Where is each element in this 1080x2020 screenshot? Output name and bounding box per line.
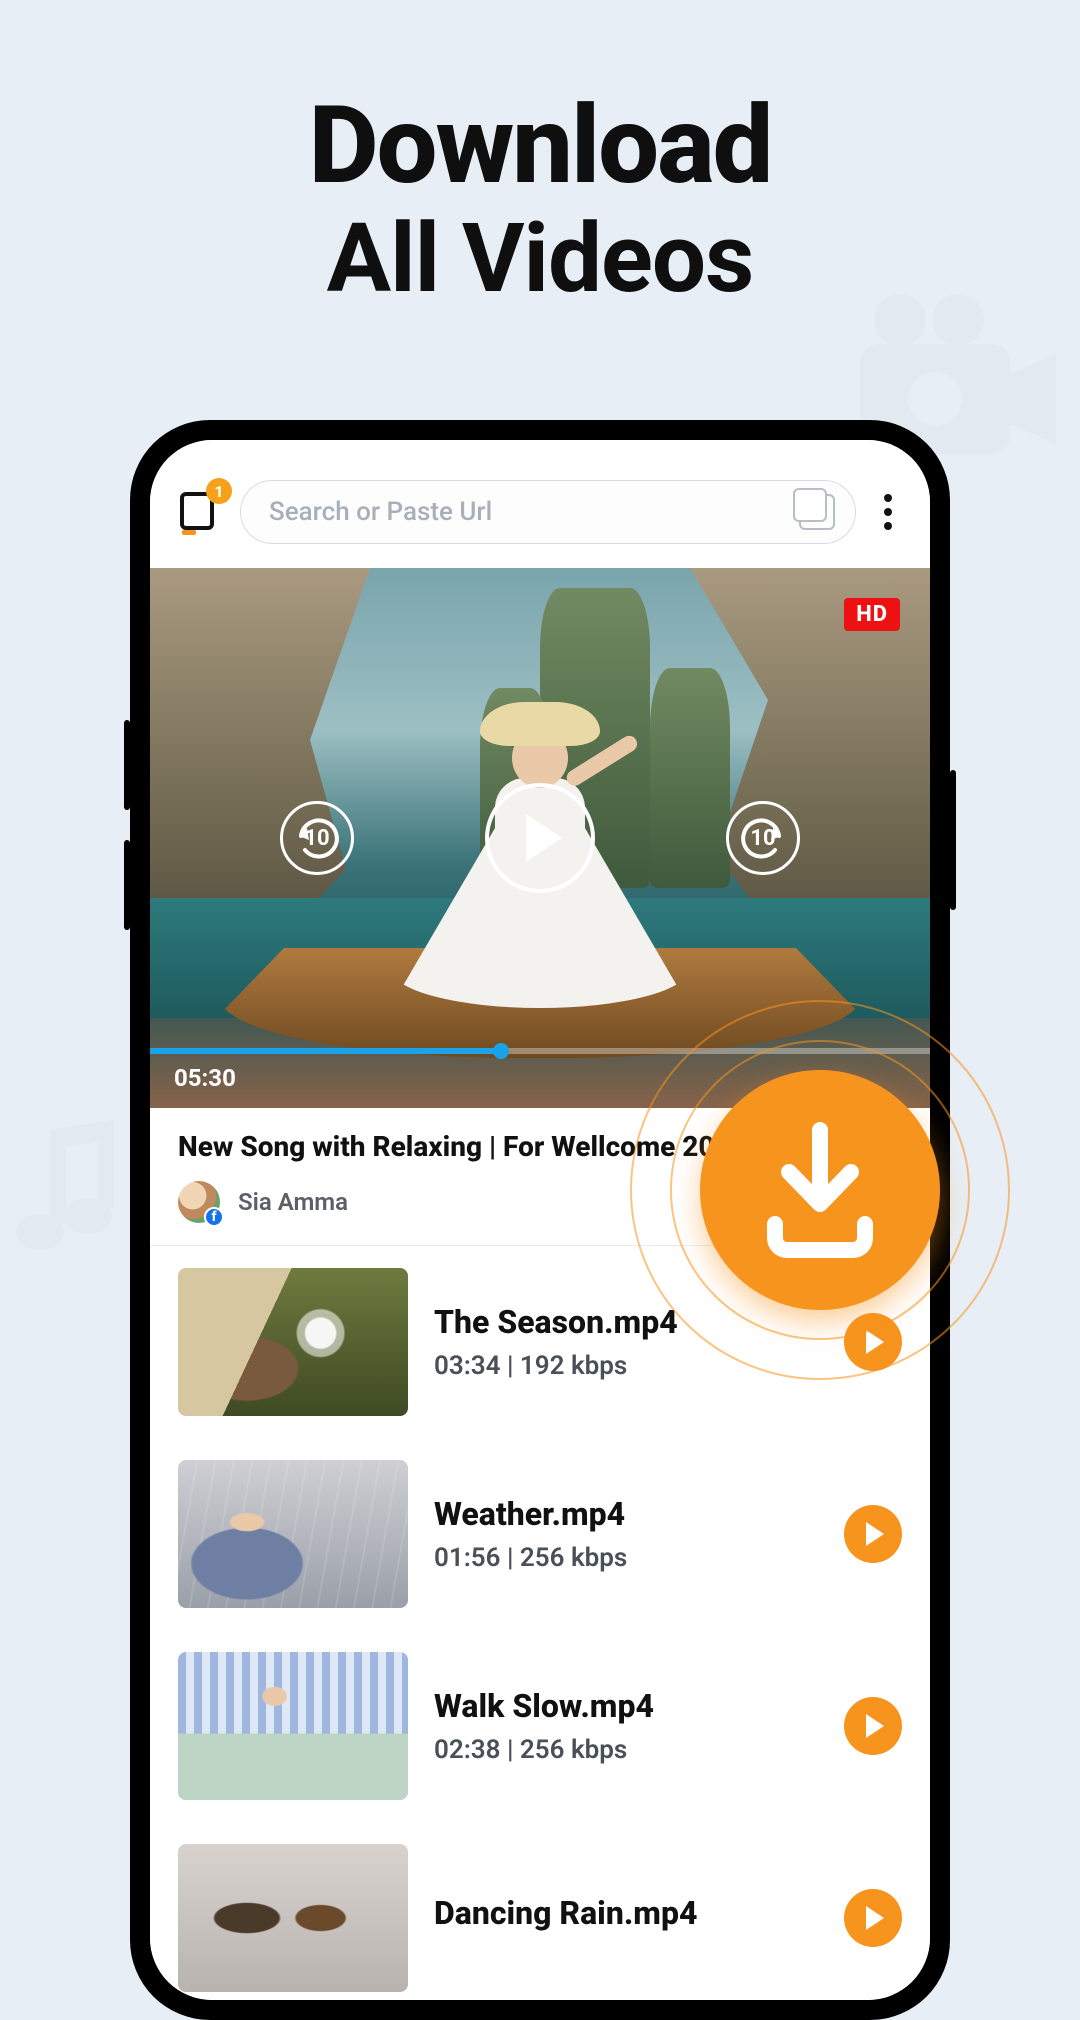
list-item[interactable]: Walk Slow.mp4 02:38 | 256 kbps (150, 1630, 930, 1822)
download-button[interactable] (700, 1070, 940, 1310)
progress-fill (150, 1048, 501, 1054)
play-button[interactable] (485, 783, 595, 893)
list-item-info: The Season.mp4 03:34 | 192 kbps (434, 1303, 818, 1381)
elapsed-time: 05:30 (174, 1064, 236, 1092)
author-name: Sia Amma (238, 1188, 348, 1216)
list-item-thumbnail (178, 1460, 408, 1608)
paste-icon[interactable] (799, 494, 835, 530)
search-placeholder: Search or Paste Url (269, 497, 799, 527)
author-avatar: f (178, 1181, 220, 1223)
list-item[interactable]: Dancing Rain.mp4 (150, 1822, 930, 2000)
list-item-meta: 01:56 | 256 kbps (434, 1543, 818, 1573)
tabs-badge: 1 (206, 478, 232, 504)
hd-badge: HD (844, 598, 900, 631)
list-item-play-button[interactable] (844, 1697, 902, 1755)
list-item-thumbnail (178, 1268, 408, 1416)
music-note-icon (10, 1120, 130, 1264)
download-icon (755, 1120, 885, 1260)
list-item-info: Dancing Rain.mp4 (434, 1894, 818, 1942)
list-item-meta: 03:34 | 192 kbps (434, 1351, 818, 1381)
list-item-filename: Dancing Rain.mp4 (434, 1894, 818, 1932)
headline-line-1: Download (0, 90, 1080, 203)
list-item-play-button[interactable] (844, 1313, 902, 1371)
app-topbar: 1 Search or Paste Url (150, 440, 930, 568)
forward-10-button[interactable]: 10 (726, 801, 800, 875)
list-item-filename: The Season.mp4 (434, 1303, 818, 1341)
list-item-thumbnail (178, 1844, 408, 1992)
rewind-10-button[interactable]: 10 (280, 801, 354, 875)
video-player[interactable]: HD 10 10 05:30 (150, 568, 930, 1108)
list-item-filename: Weather.mp4 (434, 1495, 818, 1533)
search-input[interactable]: Search or Paste Url (240, 480, 856, 544)
list-item-filename: Walk Slow.mp4 (434, 1687, 818, 1725)
progress-bar[interactable] (150, 1048, 930, 1054)
tabs-button[interactable]: 1 (178, 488, 222, 536)
list-item[interactable]: Weather.mp4 01:56 | 256 kbps (150, 1438, 930, 1630)
list-item-info: Walk Slow.mp4 02:38 | 256 kbps (434, 1687, 818, 1765)
list-item-play-button[interactable] (844, 1889, 902, 1947)
list-item-info: Weather.mp4 01:56 | 256 kbps (434, 1495, 818, 1573)
facebook-badge-icon: f (204, 1207, 224, 1227)
downloads-list: The Season.mp4 03:34 | 192 kbps Weather.mp… (150, 1246, 930, 2000)
promo-headline: Download All Videos (0, 90, 1080, 310)
list-item-play-button[interactable] (844, 1505, 902, 1563)
list-item-thumbnail (178, 1652, 408, 1800)
list-item-meta: 02:38 | 256 kbps (434, 1735, 818, 1765)
headline-line-2: All Videos (0, 209, 1080, 310)
more-menu-button[interactable] (874, 488, 902, 536)
